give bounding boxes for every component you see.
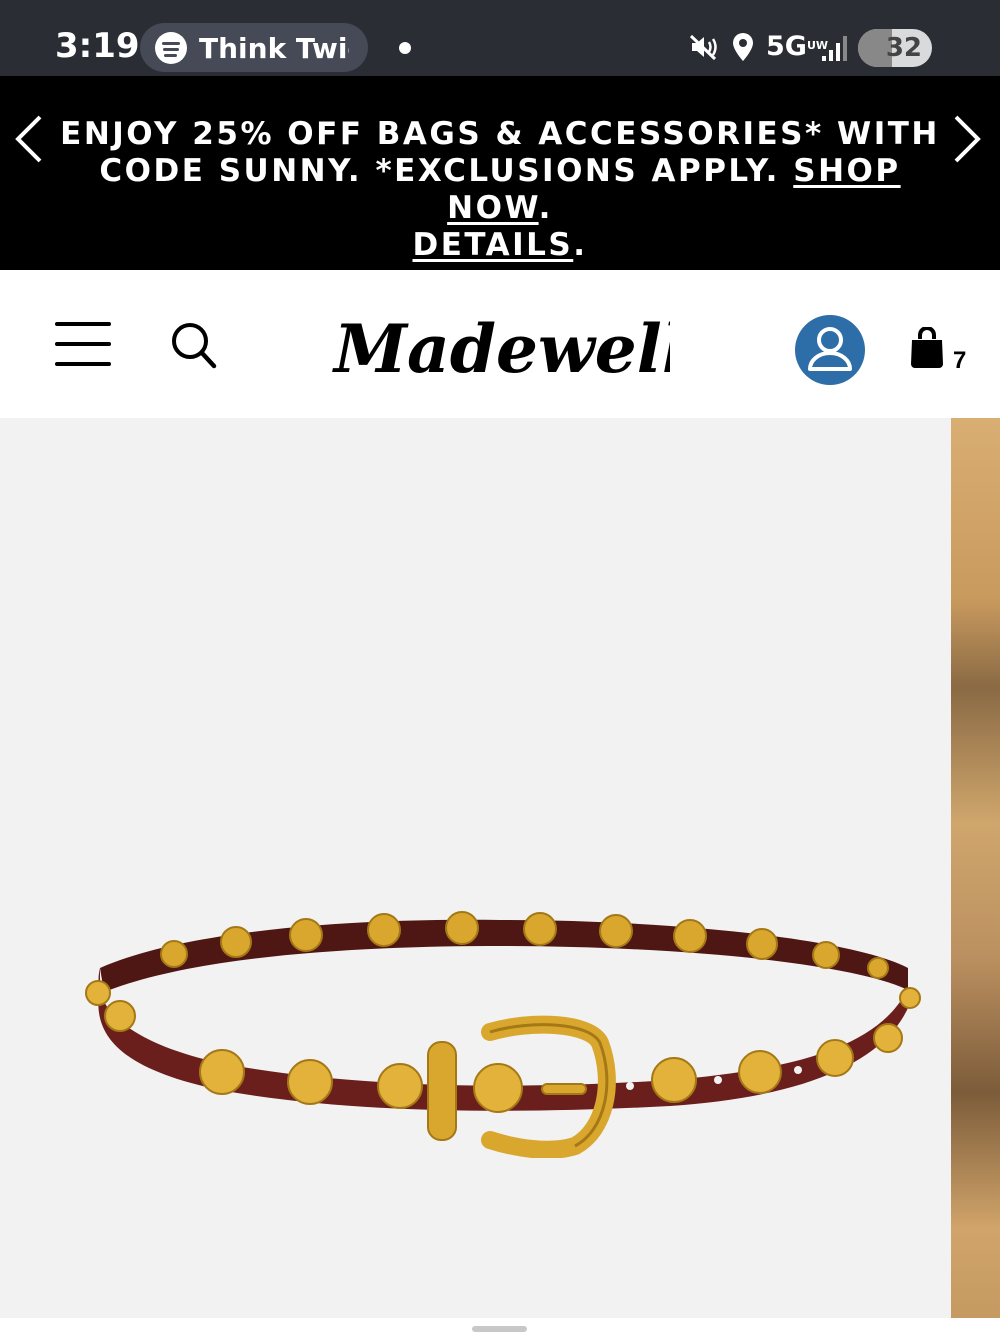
promo-banner: ENJOY 25% OFF BAGS & ACCESSORIES* WITH C… bbox=[0, 76, 1000, 270]
media-pill[interactable]: Think Twice bbox=[140, 23, 368, 72]
spotify-icon bbox=[155, 32, 187, 64]
menu-icon[interactable] bbox=[55, 322, 111, 366]
product-image-belt[interactable] bbox=[70, 858, 930, 1158]
bag-icon[interactable] bbox=[908, 327, 946, 369]
search-icon[interactable] bbox=[170, 320, 218, 370]
media-title: Think Twice bbox=[199, 32, 349, 65]
site-header: Madewell 7 bbox=[0, 270, 1000, 418]
network-label: 5GUW bbox=[766, 31, 829, 62]
vibrate-mute-icon bbox=[689, 34, 717, 61]
chevron-right-icon[interactable] bbox=[952, 114, 982, 164]
svg-text:Madewell: Madewell bbox=[332, 310, 670, 388]
location-icon bbox=[733, 33, 753, 61]
account-icon[interactable] bbox=[795, 315, 865, 385]
chevron-left-icon[interactable] bbox=[14, 114, 44, 164]
signal-icon bbox=[822, 36, 847, 61]
notification-dot bbox=[399, 42, 411, 54]
promo-text: ENJOY 25% OFF BAGS & ACCESSORIES* WITH C… bbox=[60, 116, 940, 263]
details-link[interactable]: DETAILS bbox=[412, 227, 573, 263]
product-image-gallery[interactable] bbox=[0, 418, 1000, 1318]
status-bar: 3:19 Think Twice 5GUW 32 bbox=[0, 0, 1000, 76]
brand-logo[interactable]: Madewell bbox=[330, 306, 670, 390]
cart-count: 7 bbox=[953, 347, 967, 374]
battery-indicator: 32 bbox=[858, 29, 932, 67]
status-time: 3:19 bbox=[55, 26, 140, 66]
next-product-image-peek[interactable] bbox=[951, 418, 1000, 1318]
scroll-indicator bbox=[472, 1326, 527, 1332]
